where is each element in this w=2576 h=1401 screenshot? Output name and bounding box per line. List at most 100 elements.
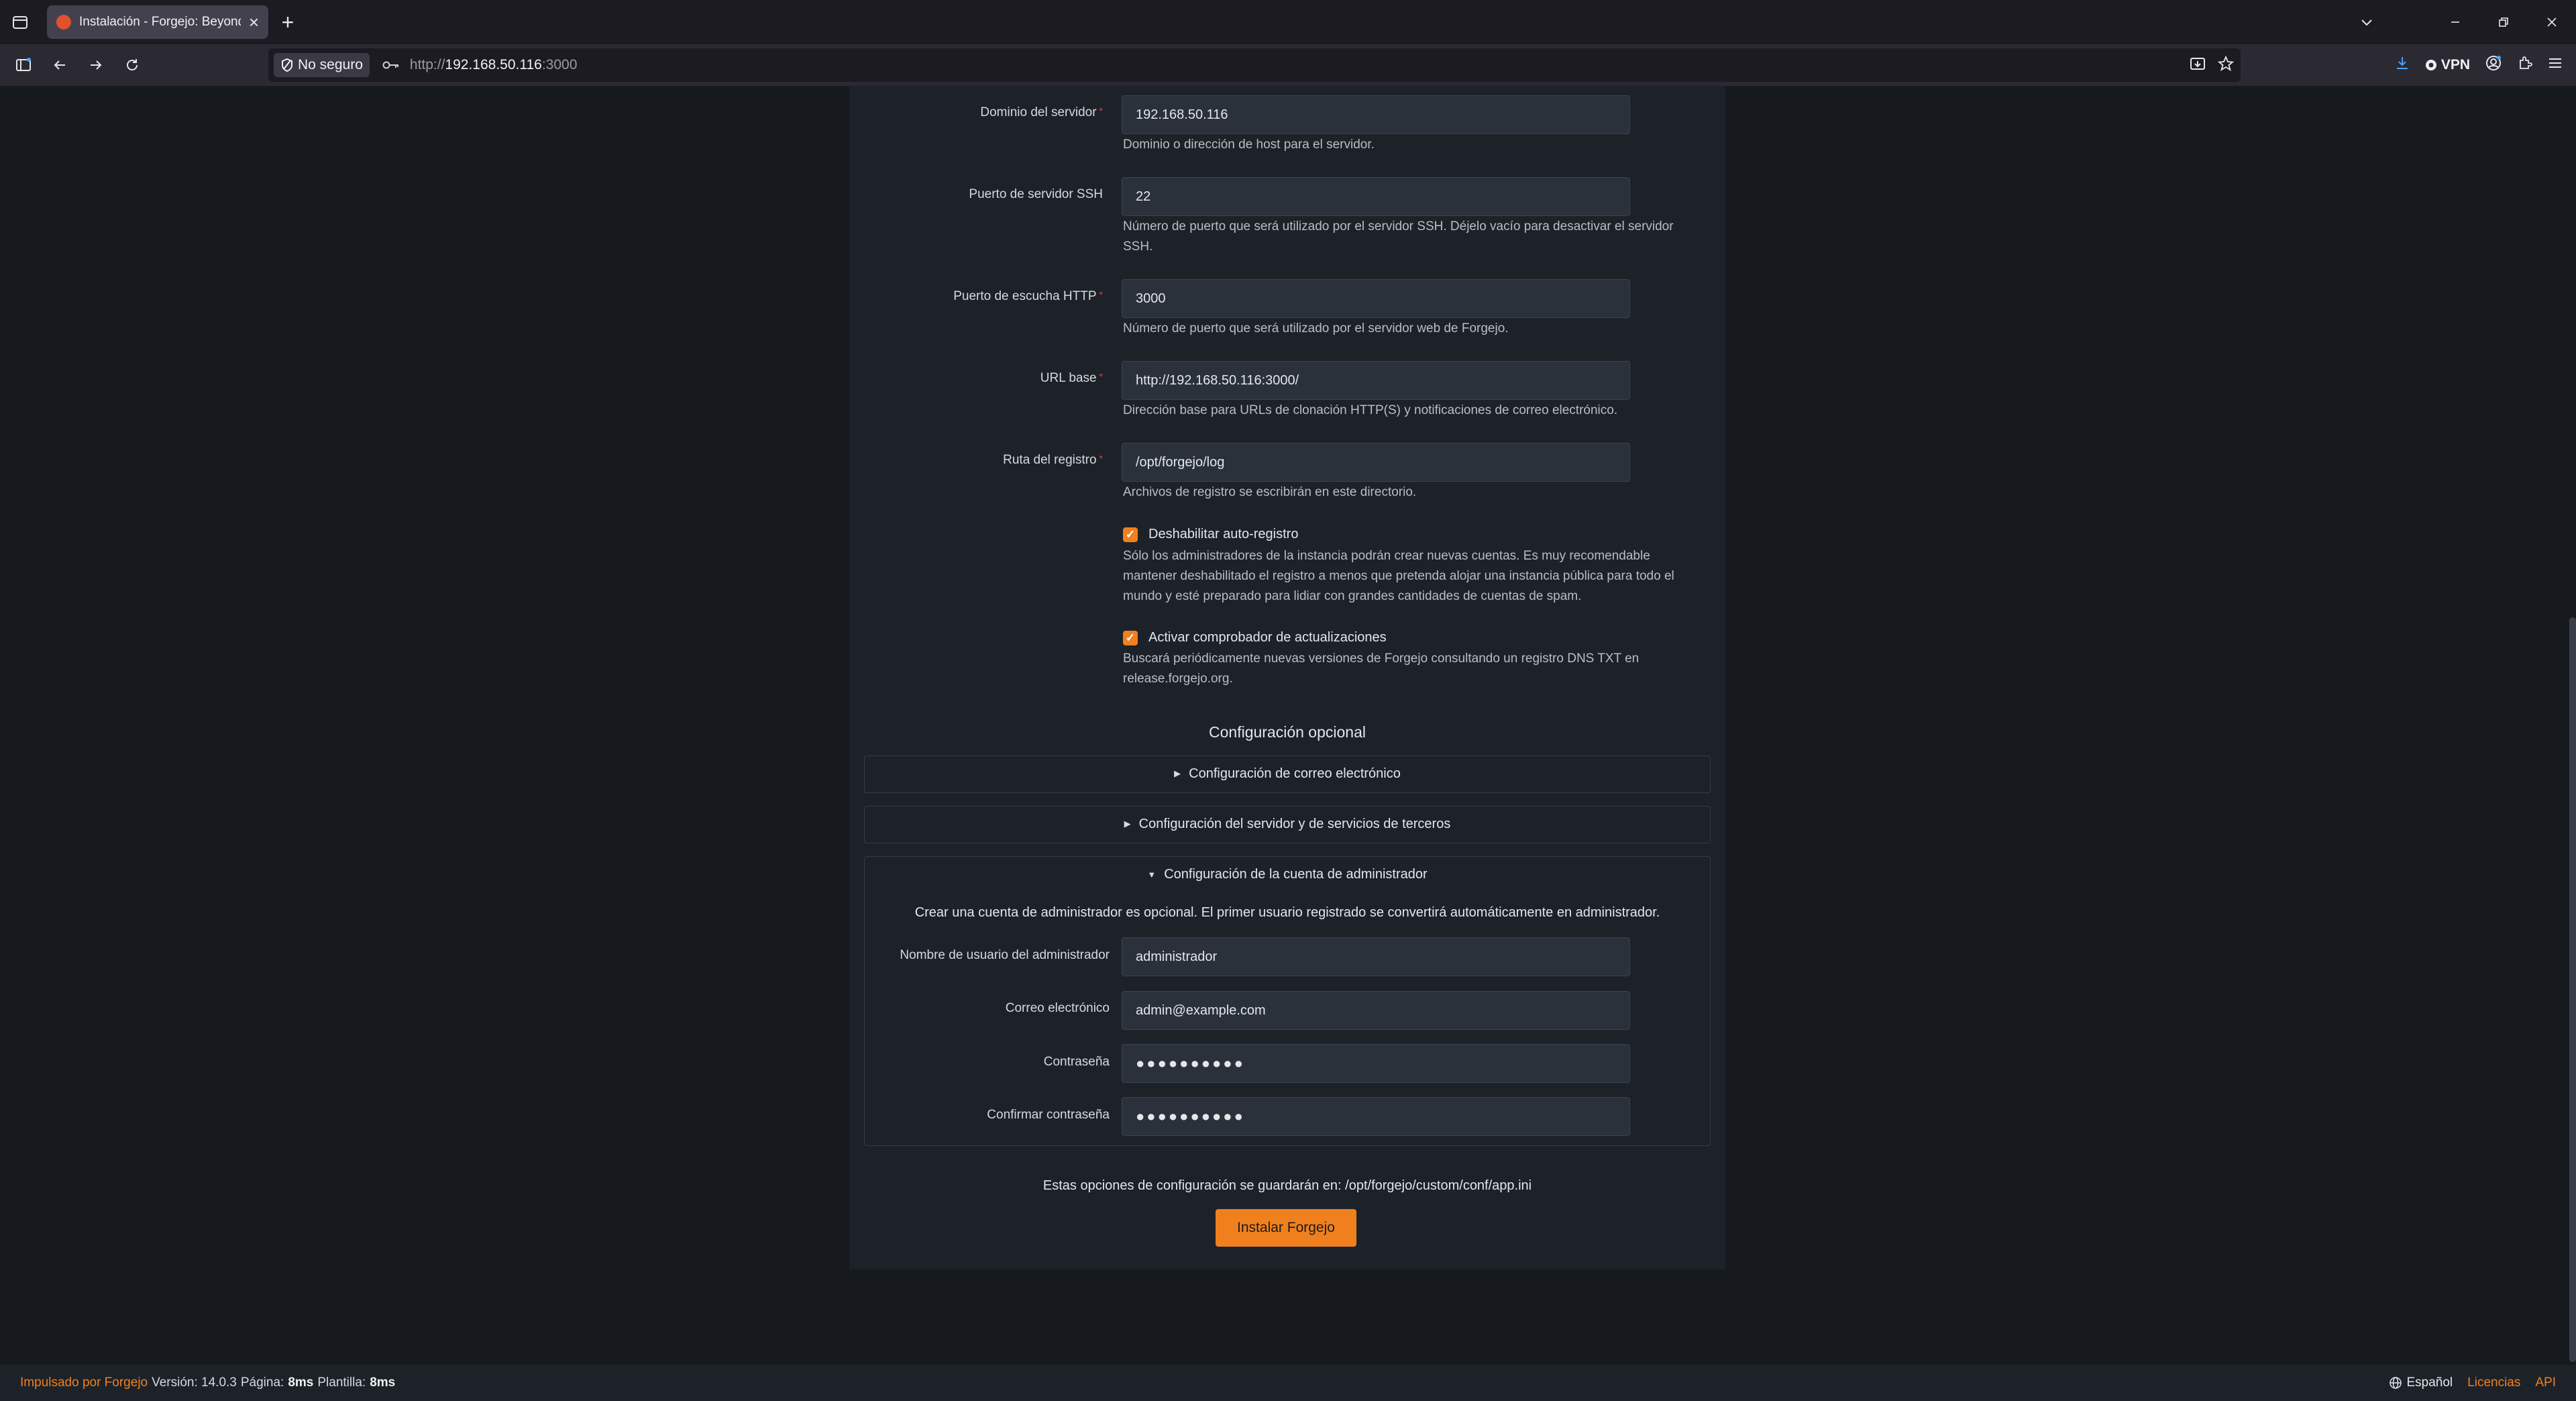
server-domain-help: Dominio o dirección de host para el serv… (1123, 138, 1375, 152)
vpn-shield-icon (2425, 60, 2436, 70)
address-bar[interactable]: No seguro http://192.168.50.116:3000 (268, 48, 2241, 82)
admin-email-label: Correo electrónico (1005, 1001, 1110, 1015)
required-asterisk: * (1099, 371, 1103, 382)
update-checker-checkbox[interactable]: ✓ (1123, 630, 1138, 645)
page-scrollbar[interactable] (2569, 617, 2576, 1362)
admin-confirm-password-input[interactable]: ●●●●●●●●●● (1122, 1097, 1630, 1136)
page-time-value: 8ms (288, 1376, 314, 1390)
email-settings-label: Configuración de correo electrónico (1189, 766, 1401, 781)
server-settings-summary[interactable]: ▶ Configuración del servidor y de servic… (865, 807, 1710, 841)
email-settings-summary[interactable]: ▶ Configuración de correo electrónico (865, 756, 1710, 791)
disable-registration-help: Sólo los administradores de la instancia… (1123, 549, 1674, 603)
language-label: Español (2406, 1376, 2453, 1390)
sidebar-toggle-icon[interactable] (5, 47, 42, 83)
bookmark-star-icon[interactable] (2217, 55, 2235, 75)
tab-list-icon[interactable] (0, 0, 40, 44)
admin-password-label: Contraseña (1043, 1055, 1110, 1069)
disable-registration-row[interactable]: ✓ Deshabilitar auto-registro (1123, 527, 1298, 542)
template-time-label: Plantilla: (317, 1376, 366, 1390)
triangle-down-icon: ▼ (1147, 869, 1157, 880)
close-tab-icon[interactable]: × (249, 13, 259, 31)
http-port-label: Puerto de escucha HTTP * (953, 289, 1103, 303)
admin-optional-note: Crear una cuenta de administrador es opc… (914, 905, 1660, 920)
url-text: http://192.168.50.116:3000 (410, 57, 578, 73)
log-path-help: Archivos de registro se escribirán en es… (1123, 485, 1417, 499)
server-domain-input[interactable]: 192.168.50.116 (1122, 95, 1630, 134)
footer-info: Impulsado por Forgejo Versión: 14.0.3 Pá… (20, 1376, 395, 1390)
disable-registration-checkbox[interactable]: ✓ (1123, 527, 1138, 542)
update-checker-label: Activar comprobador de actualizaciones (1148, 630, 1387, 645)
log-path-input[interactable]: /opt/forgejo/log (1122, 443, 1630, 482)
required-asterisk: * (1099, 289, 1103, 300)
server-domain-label: Dominio del servidor * (980, 105, 1103, 119)
back-arrow-icon[interactable] (42, 47, 78, 83)
browser-tab[interactable]: Instalación - Forgejo: Beyond co × (47, 5, 268, 39)
ssh-port-label: Puerto de servidor SSH (969, 187, 1103, 201)
admin-email-input[interactable]: admin@example.com (1122, 991, 1630, 1030)
admin-username-input[interactable]: administrador (1122, 937, 1630, 976)
triangle-right-icon: ▶ (1174, 768, 1181, 778)
api-link[interactable]: API (2535, 1376, 2556, 1390)
admin-confirm-password-label: Confirmar contraseña (987, 1108, 1110, 1122)
admin-settings-summary[interactable]: ▼ Configuración de la cuenta de administ… (865, 857, 1710, 892)
update-checker-row[interactable]: ✓ Activar comprobador de actualizaciones (1123, 630, 1387, 645)
not-secure-badge[interactable]: No seguro (274, 53, 370, 77)
account-icon[interactable] (2485, 54, 2502, 76)
tab-bar: Instalación - Forgejo: Beyond co × + (0, 0, 2576, 44)
server-settings-section[interactable]: ▶ Configuración del servidor y de servic… (864, 806, 1711, 843)
shield-warning-icon (282, 58, 292, 72)
triangle-right-icon: ▶ (1124, 819, 1131, 829)
licenses-link[interactable]: Licencias (2467, 1376, 2520, 1390)
forgejo-favicon-icon (56, 15, 71, 30)
reader-mode-icon[interactable] (2190, 56, 2206, 74)
menu-hamburger-icon[interactable] (2548, 56, 2563, 74)
ssh-port-input[interactable]: 22 (1122, 177, 1630, 216)
page-footer: Impulsado por Forgejo Versión: 14.0.3 Pá… (0, 1365, 2576, 1401)
close-window-icon[interactable] (2528, 0, 2576, 44)
admin-password-input[interactable]: ●●●●●●●●●● (1122, 1044, 1630, 1083)
extensions-puzzle-icon[interactable] (2517, 55, 2533, 75)
server-settings-label: Configuración del servidor y de servicio… (1138, 816, 1451, 831)
language-selector[interactable]: Español (2389, 1376, 2453, 1390)
base-url-input[interactable]: http://192.168.50.116:3000/ (1122, 361, 1630, 400)
footer-links: Español Licencias API (2389, 1376, 2556, 1390)
restore-icon[interactable] (2479, 0, 2528, 44)
minimize-icon[interactable] (2431, 0, 2479, 44)
http-port-input[interactable]: 3000 (1122, 279, 1630, 318)
install-forgejo-button[interactable]: Instalar Forgejo (1216, 1209, 1356, 1247)
log-path-label: Ruta del registro * (1003, 453, 1103, 467)
vpn-button[interactable]: VPN (2425, 57, 2470, 73)
version-text: Versión: 14.0.3 (152, 1376, 237, 1390)
ssh-port-help: Número de puerto que será utilizado por … (1123, 219, 1674, 254)
url-port: :3000 (541, 57, 578, 72)
optional-settings-title: Configuración opcional (1209, 723, 1366, 741)
globe-icon (2390, 1377, 2402, 1389)
tab-title: Instalación - Forgejo: Beyond co (79, 15, 241, 29)
downloads-icon[interactable] (2394, 55, 2410, 75)
tab-overflow-chevron-icon[interactable] (2343, 0, 2391, 44)
toolbar-right: VPN (2394, 44, 2563, 86)
base-url-help: Dirección base para URLs de clonación HT… (1123, 403, 1618, 417)
key-icon[interactable] (379, 60, 403, 70)
required-asterisk: * (1099, 105, 1103, 116)
url-prefix: http:// (409, 57, 445, 72)
forward-arrow-icon[interactable] (78, 47, 114, 83)
admin-settings-label: Configuración de la cuenta de administra… (1164, 866, 1428, 882)
powered-by-link[interactable]: Impulsado por Forgejo (20, 1376, 148, 1390)
address-bar-actions (2190, 48, 2235, 82)
http-port-help: Número de puerto que será utilizado por … (1123, 321, 1509, 335)
disable-registration-label: Deshabilitar auto-registro (1148, 527, 1299, 541)
admin-username-label: Nombre de usuario del administrador (900, 948, 1110, 962)
base-url-label: URL base * (1040, 371, 1103, 385)
required-asterisk: * (1099, 453, 1103, 464)
template-time-value: 8ms (370, 1376, 396, 1390)
window-controls (2343, 0, 2576, 44)
email-settings-section[interactable]: ▶ Configuración de correo electrónico (864, 756, 1711, 793)
navigation-toolbar: No seguro http://192.168.50.116:3000 VPN (0, 44, 2576, 86)
vpn-label: VPN (2440, 57, 2470, 72)
reload-icon[interactable] (114, 47, 150, 83)
new-tab-button[interactable]: + (268, 5, 307, 39)
page-time-label: Página: (240, 1376, 284, 1390)
not-secure-label: No seguro (298, 57, 363, 72)
url-host: 192.168.50.116 (445, 57, 542, 72)
